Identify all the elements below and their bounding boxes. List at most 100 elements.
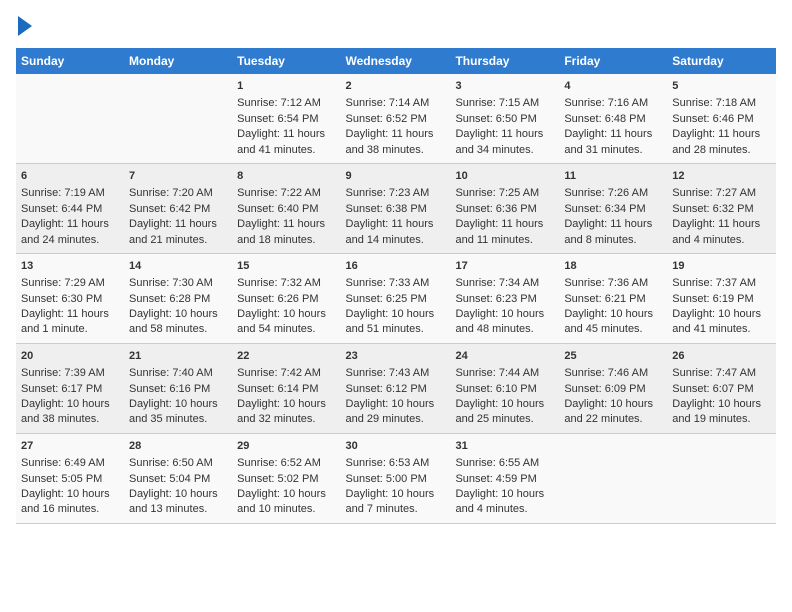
calendar-cell: 30 Sunrise: 6:53 AM Sunset: 5:00 PM Dayli… (341, 433, 451, 523)
calendar-cell: 27Sunrise: 6:49 AM Sunset: 5:05 PM Dayli… (16, 433, 124, 523)
calendar-cell: 2Sunrise: 7:14 AM Sunset: 6:52 PM Daylig… (341, 74, 451, 163)
day-info: Sunrise: 7:22 AM Sunset: 6:40 PM Dayligh… (237, 186, 335, 248)
day-info: Sunrise: 7:39 AM Sunset: 6:17 PM Dayligh… (21, 366, 119, 428)
calendar-cell: 10 Sunrise: 7:25 AM Sunset: 6:36 PM Dayli… (450, 163, 559, 253)
day-number: 29 (237, 439, 335, 454)
day-info: Sunrise: 6:52 AM Sunset: 5:02 PM Dayligh… (237, 456, 335, 518)
day-number: 22 (237, 349, 335, 364)
column-header-sunday: Sunday (16, 48, 124, 74)
day-info: Sunrise: 7:14 AM Sunset: 6:52 PM Dayligh… (346, 96, 446, 158)
column-header-tuesday: Tuesday (232, 48, 340, 74)
day-number: 23 (346, 349, 446, 364)
day-info: Sunrise: 7:18 AM Sunset: 6:46 PM Dayligh… (672, 96, 771, 158)
day-info: Sunrise: 7:23 AM Sunset: 6:38 PM Dayligh… (346, 186, 446, 248)
calendar-cell: 4 Sunrise: 7:16 AM Sunset: 6:48 PM Daylig… (559, 74, 667, 163)
day-info: Sunrise: 7:15 AM Sunset: 6:50 PM Dayligh… (455, 96, 554, 158)
calendar-cell: 25 Sunrise: 7:46 AM Sunset: 6:09 PM Dayli… (559, 343, 667, 433)
day-number: 15 (237, 259, 335, 274)
calendar-week-2: 6 Sunrise: 7:19 AM Sunset: 6:44 PM Daylig… (16, 163, 776, 253)
calendar-cell: 13 Sunrise: 7:29 AM Sunset: 6:30 PM Dayli… (16, 253, 124, 343)
day-info: Sunrise: 7:43 AM Sunset: 6:12 PM Dayligh… (346, 366, 446, 428)
calendar-cell: 6 Sunrise: 7:19 AM Sunset: 6:44 PM Daylig… (16, 163, 124, 253)
day-info: Sunrise: 7:29 AM Sunset: 6:30 PM Dayligh… (21, 276, 119, 338)
day-number: 3 (455, 79, 554, 94)
day-info: Sunrise: 7:19 AM Sunset: 6:44 PM Dayligh… (21, 186, 119, 248)
calendar-week-5: 27Sunrise: 6:49 AM Sunset: 5:05 PM Dayli… (16, 433, 776, 523)
column-header-friday: Friday (559, 48, 667, 74)
calendar-cell: 15Sunrise: 7:32 AM Sunset: 6:26 PM Dayli… (232, 253, 340, 343)
day-number: 25 (564, 349, 662, 364)
column-header-saturday: Saturday (667, 48, 776, 74)
day-number: 7 (129, 169, 227, 184)
day-number: 28 (129, 439, 227, 454)
day-info: Sunrise: 7:12 AM Sunset: 6:54 PM Dayligh… (237, 96, 335, 158)
calendar-cell: 28 Sunrise: 6:50 AM Sunset: 5:04 PM Dayli… (124, 433, 232, 523)
calendar-cell (559, 433, 667, 523)
day-info: Sunrise: 6:53 AM Sunset: 5:00 PM Dayligh… (346, 456, 446, 518)
logo (16, 16, 32, 36)
day-number: 16 (346, 259, 446, 274)
day-info: Sunrise: 6:55 AM Sunset: 4:59 PM Dayligh… (455, 456, 554, 518)
day-number: 19 (672, 259, 771, 274)
calendar-cell (124, 74, 232, 163)
calendar-cell (667, 433, 776, 523)
day-number: 31 (455, 439, 554, 454)
calendar-cell (16, 74, 124, 163)
calendar-cell: 12Sunrise: 7:27 AM Sunset: 6:32 PM Dayli… (667, 163, 776, 253)
day-number: 14 (129, 259, 227, 274)
calendar-cell: 22Sunrise: 7:42 AM Sunset: 6:14 PM Dayli… (232, 343, 340, 433)
day-info: Sunrise: 7:25 AM Sunset: 6:36 PM Dayligh… (455, 186, 554, 248)
calendar-week-3: 13 Sunrise: 7:29 AM Sunset: 6:30 PM Dayli… (16, 253, 776, 343)
day-number: 24 (455, 349, 554, 364)
calendar-cell: 18Sunrise: 7:36 AM Sunset: 6:21 PM Dayli… (559, 253, 667, 343)
calendar-cell: 3 Sunrise: 7:15 AM Sunset: 6:50 PM Daylig… (450, 74, 559, 163)
calendar-cell: 21 Sunrise: 7:40 AM Sunset: 6:16 PM Dayli… (124, 343, 232, 433)
column-header-thursday: Thursday (450, 48, 559, 74)
day-info: Sunrise: 7:27 AM Sunset: 6:32 PM Dayligh… (672, 186, 771, 248)
column-header-monday: Monday (124, 48, 232, 74)
day-number: 26 (672, 349, 771, 364)
day-info: Sunrise: 6:50 AM Sunset: 5:04 PM Dayligh… (129, 456, 227, 518)
day-number: 9 (346, 169, 446, 184)
day-info: Sunrise: 7:47 AM Sunset: 6:07 PM Dayligh… (672, 366, 771, 428)
calendar-cell: 14 Sunrise: 7:30 AM Sunset: 6:28 PM Dayli… (124, 253, 232, 343)
day-info: Sunrise: 7:46 AM Sunset: 6:09 PM Dayligh… (564, 366, 662, 428)
day-number: 5 (672, 79, 771, 94)
page-header (16, 16, 776, 36)
day-info: Sunrise: 7:30 AM Sunset: 6:28 PM Dayligh… (129, 276, 227, 338)
calendar-cell: 7 Sunrise: 7:20 AM Sunset: 6:42 PM Daylig… (124, 163, 232, 253)
day-info: Sunrise: 7:37 AM Sunset: 6:19 PM Dayligh… (672, 276, 771, 338)
day-info: Sunrise: 7:20 AM Sunset: 6:42 PM Dayligh… (129, 186, 227, 248)
day-number: 8 (237, 169, 335, 184)
day-number: 4 (564, 79, 662, 94)
day-number: 30 (346, 439, 446, 454)
day-number: 11 (564, 169, 662, 184)
day-number: 20 (21, 349, 119, 364)
logo-arrow-icon (18, 16, 32, 36)
day-info: Sunrise: 6:49 AM Sunset: 5:05 PM Dayligh… (21, 456, 119, 518)
day-number: 1 (237, 79, 335, 94)
day-info: Sunrise: 7:16 AM Sunset: 6:48 PM Dayligh… (564, 96, 662, 158)
calendar-cell: 19 Sunrise: 7:37 AM Sunset: 6:19 PM Dayli… (667, 253, 776, 343)
calendar-header-row: SundayMondayTuesdayWednesdayThursdayFrid… (16, 48, 776, 74)
calendar-cell: 24Sunrise: 7:44 AM Sunset: 6:10 PM Dayli… (450, 343, 559, 433)
column-header-wednesday: Wednesday (341, 48, 451, 74)
calendar-week-1: 1 Sunrise: 7:12 AM Sunset: 6:54 PM Daylig… (16, 74, 776, 163)
calendar-cell: 5 Sunrise: 7:18 AM Sunset: 6:46 PM Daylig… (667, 74, 776, 163)
calendar-table: SundayMondayTuesdayWednesdayThursdayFrid… (16, 48, 776, 524)
day-number: 10 (455, 169, 554, 184)
calendar-cell: 20 Sunrise: 7:39 AM Sunset: 6:17 PM Dayli… (16, 343, 124, 433)
calendar-cell: 9 Sunrise: 7:23 AM Sunset: 6:38 PM Daylig… (341, 163, 451, 253)
calendar-cell: 11 Sunrise: 7:26 AM Sunset: 6:34 PM Dayli… (559, 163, 667, 253)
day-number: 18 (564, 259, 662, 274)
calendar-cell: 29 Sunrise: 6:52 AM Sunset: 5:02 PM Dayli… (232, 433, 340, 523)
day-number: 13 (21, 259, 119, 274)
day-number: 21 (129, 349, 227, 364)
calendar-cell: 31 Sunrise: 6:55 AM Sunset: 4:59 PM Dayli… (450, 433, 559, 523)
calendar-cell: 8 Sunrise: 7:22 AM Sunset: 6:40 PM Daylig… (232, 163, 340, 253)
day-info: Sunrise: 7:33 AM Sunset: 6:25 PM Dayligh… (346, 276, 446, 338)
day-info: Sunrise: 7:26 AM Sunset: 6:34 PM Dayligh… (564, 186, 662, 248)
calendar-cell: 1 Sunrise: 7:12 AM Sunset: 6:54 PM Daylig… (232, 74, 340, 163)
day-number: 6 (21, 169, 119, 184)
day-info: Sunrise: 7:40 AM Sunset: 6:16 PM Dayligh… (129, 366, 227, 428)
